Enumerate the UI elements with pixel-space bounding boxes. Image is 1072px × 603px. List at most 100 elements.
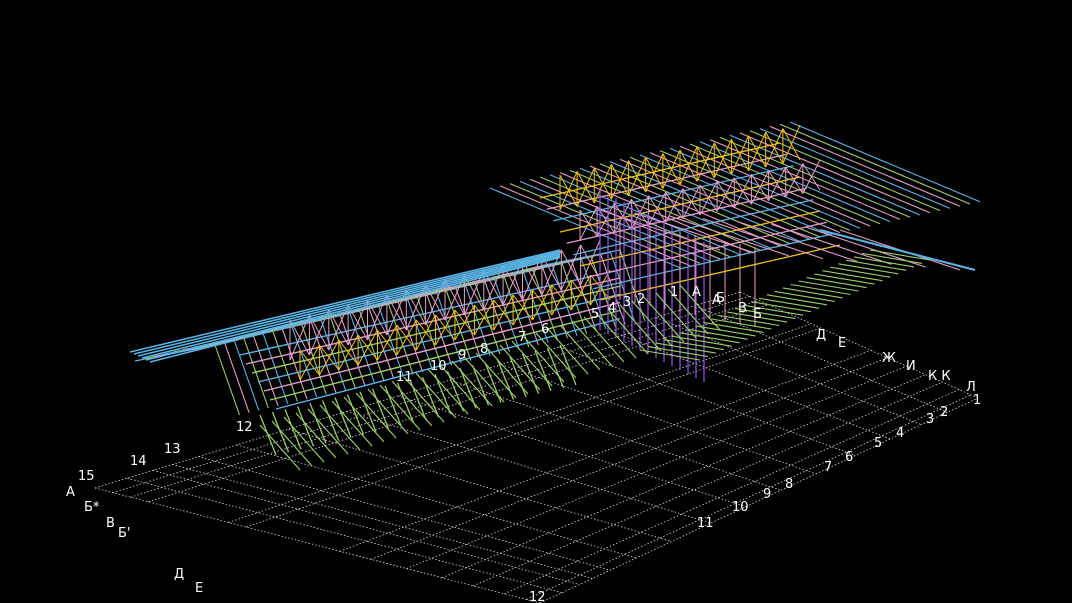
axis-label-right-number: 12 (529, 590, 546, 603)
wire-segment (806, 277, 867, 289)
structure-axis-letter: В (738, 301, 747, 316)
wire-segment (782, 287, 843, 299)
wire-segment (769, 125, 961, 207)
wire-segment (758, 297, 820, 309)
grid-line (94, 487, 541, 603)
wire-segment (671, 335, 732, 347)
axis-label-right-number: 2 (940, 405, 948, 420)
wire-segment (830, 266, 891, 278)
structure-axis-number: 2 (637, 292, 645, 307)
wire-segment (310, 322, 337, 393)
wire-segment (814, 273, 875, 285)
structure-axis-number: 11 (396, 370, 413, 385)
structure-wireframe (129, 121, 981, 471)
wire-segment (647, 346, 708, 358)
wire-segment (682, 188, 701, 216)
structure-axis-number: 8 (480, 342, 488, 357)
axis-labels: А Б* В Б' Д Е 15 14 13 12 Д Е Ж И К К Л … (66, 285, 981, 603)
wire-segment (359, 391, 377, 432)
axis-label-front-letter: Д (174, 567, 184, 582)
wire-segment (523, 336, 565, 383)
wire-segment (679, 145, 871, 227)
axis-label-right-letter: Е (838, 336, 846, 351)
wire-segment (774, 290, 835, 302)
axis-label-right-number: 9 (763, 487, 771, 502)
wire-segment (320, 319, 347, 391)
wire-segment (631, 300, 673, 347)
wire-segment (798, 280, 859, 292)
wire-segment (854, 256, 915, 268)
axis-label-right-number: 8 (785, 477, 793, 492)
wire-segment (259, 414, 277, 456)
grid-line (228, 323, 812, 523)
grid-line (172, 464, 593, 579)
structure-axis-number: 3 (623, 295, 631, 310)
wire-segment (149, 256, 561, 363)
wire-segment (346, 394, 365, 435)
wire-segment (446, 371, 465, 412)
wire-segment (559, 324, 601, 371)
wire-segment (838, 263, 899, 275)
grid-line (288, 428, 672, 542)
axis-label-front-number: 13 (164, 442, 181, 457)
wire-segment (129, 249, 561, 353)
axis-label-front-number: 15 (78, 469, 95, 484)
structure-axis-number: 7 (518, 330, 526, 345)
wire-segment (790, 283, 851, 296)
wire-segment (560, 249, 582, 286)
wire-segment (243, 338, 269, 409)
wire-segment (846, 259, 907, 271)
wire-segment (271, 411, 290, 453)
grid-line (441, 374, 926, 579)
axis-label-right-number: 1 (973, 393, 981, 408)
axis-label-right-number: 10 (732, 500, 749, 515)
wire-segment (822, 270, 883, 282)
wire-segment (711, 318, 772, 330)
wire-segment (275, 317, 621, 410)
axis-label-right-number: 4 (896, 426, 904, 441)
structure-axis-letter: Б (753, 307, 762, 322)
wire-segment (547, 328, 589, 375)
axis-label-right-number: 7 (824, 460, 832, 475)
axis-label-right-letter: И (906, 359, 916, 374)
axis-label-front-letter: Б* (84, 500, 100, 515)
wire-segment (659, 150, 851, 231)
axis-label-front-letter: А (66, 485, 75, 500)
wire-segment (281, 329, 308, 400)
axis-label-right-number: 5 (874, 436, 882, 451)
wire-segment (262, 333, 289, 404)
axis-label-front-number: 14 (130, 454, 147, 469)
structure-axis-letter: Б (716, 291, 725, 306)
3d-viewport[interactable]: А Б* В Б' Д Е 15 14 13 12 Д Е Ж И К К Л … (0, 0, 1072, 603)
wire-segment (291, 326, 318, 398)
wire-segment (759, 128, 951, 209)
wire-segment (535, 332, 577, 379)
structure-axis-number: 9 (458, 348, 466, 363)
wire-segment (719, 314, 780, 327)
structure-axis-number: 1 (670, 285, 678, 300)
axis-label-right-letter: Д (816, 328, 826, 343)
axis-label-right-number: 3 (926, 412, 934, 427)
wire-segment (253, 335, 279, 407)
wire-segment (766, 294, 827, 306)
structure-axis-number: 10 (430, 359, 447, 374)
grid-line (346, 411, 711, 524)
wire-segment (679, 332, 740, 344)
axis-label-front-letter: В (106, 516, 115, 531)
grid-line (246, 327, 822, 528)
wire-segment (579, 209, 598, 237)
wire-segment (634, 212, 755, 254)
wire-segment (214, 344, 241, 416)
wire-segment (703, 321, 764, 333)
grid-line (539, 397, 979, 603)
wire-segment (534, 350, 552, 392)
grid-line (473, 381, 943, 587)
structure-axis-number: 4 (608, 301, 616, 316)
grid-line (504, 389, 960, 595)
axis-label-right-letter: Ж (882, 351, 896, 366)
axis-label-front-number: 12 (236, 420, 253, 435)
structure-axis-letter: А (692, 285, 701, 300)
wire-segment (301, 324, 327, 395)
wire-segment (639, 349, 701, 361)
grid-line (370, 357, 888, 560)
